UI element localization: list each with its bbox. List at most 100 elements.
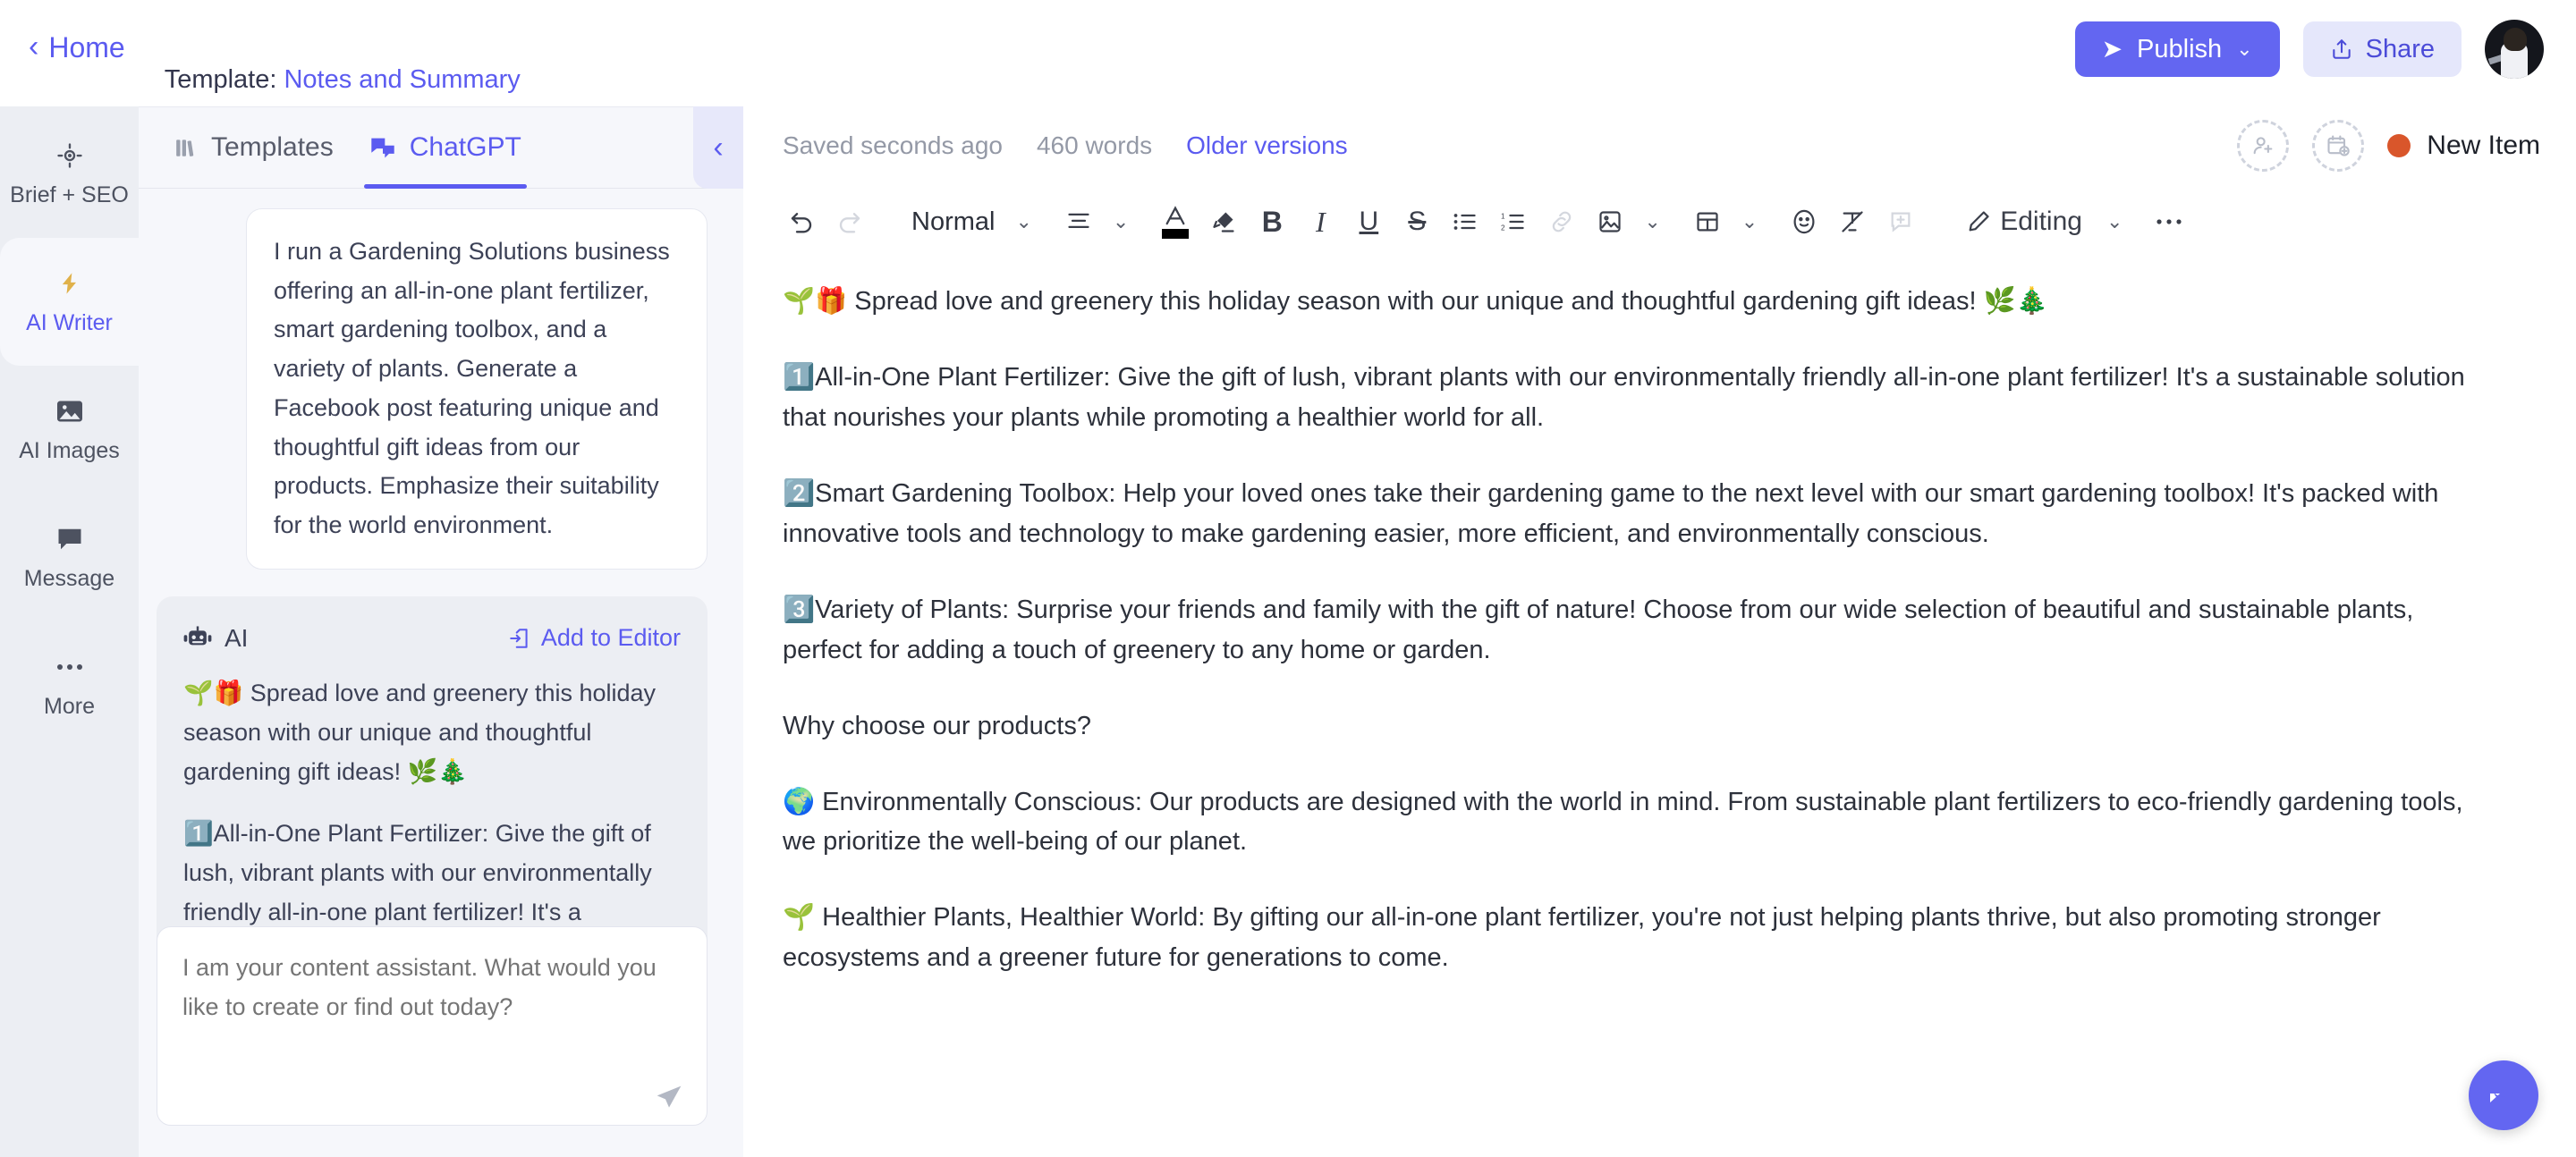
table-icon [1695, 209, 1720, 234]
share-button[interactable]: Share [2302, 21, 2462, 77]
sidebar-item-label: AI Images [19, 437, 120, 463]
editor-status-bar: Saved seconds ago 460 words Older versio… [743, 106, 2576, 185]
send-icon[interactable] [654, 1084, 684, 1112]
chevron-down-icon: ⌄ [1112, 210, 1130, 232]
paragraph-style-label: Normal [911, 207, 996, 236]
chat-ai-paragraph: 🌱🎁 Spread love and greenery this holiday… [183, 680, 657, 785]
home-label: Home [48, 31, 125, 63]
chevron-down-icon: ⌄ [1015, 210, 1032, 232]
bold-button[interactable]: B [1250, 196, 1294, 248]
align-caret[interactable]: ⌄ [1105, 196, 1137, 248]
tab-label: Templates [211, 132, 334, 162]
template-name-link[interactable]: Notes and Summary [284, 65, 520, 94]
status-dot-icon [2387, 134, 2411, 157]
sidebar-item-label: More [44, 693, 95, 719]
editing-mode-button[interactable]: Editing [1953, 196, 2095, 248]
chevron-left-icon: ‹ [713, 130, 724, 165]
sidebar-item-more[interactable]: More [0, 621, 139, 749]
chevron-down-icon: ⌄ [2106, 210, 2123, 232]
home-back-link[interactable]: ‹ Home [29, 31, 125, 64]
document-paragraph: 🌱🎁 Spread love and greenery this holiday… [783, 287, 2048, 316]
chat-input[interactable] [157, 926, 708, 1126]
sidebar-item-label: Message [23, 565, 115, 591]
add-comment-button[interactable] [1878, 196, 1923, 248]
align-icon [1066, 211, 1091, 232]
insert-table-caret[interactable]: ⌄ [1733, 196, 1766, 248]
collapse-panel-button[interactable]: ‹ [693, 106, 743, 189]
tab-templates[interactable]: Templates [174, 106, 334, 189]
intercom-launcher-button[interactable] [2469, 1060, 2538, 1130]
editing-mode-caret[interactable]: ⌄ [2098, 196, 2131, 248]
toolbar-more-button[interactable] [2147, 196, 2191, 248]
strike-label: S [1408, 207, 1427, 236]
italic-button[interactable]: I [1298, 196, 1343, 248]
link-button[interactable] [1539, 196, 1584, 248]
chevron-left-icon: ‹ [29, 30, 39, 63]
bullet-list-button[interactable] [1443, 196, 1487, 248]
clear-formatting-icon [1840, 209, 1865, 234]
sidebar-item-ai-images[interactable]: AI Images [0, 366, 139, 494]
sidebar-item-label: Brief + SEO [10, 182, 129, 207]
share-label: Share [2365, 34, 2435, 63]
word-count: 460 words [1036, 131, 1153, 159]
ai-author: AI [183, 618, 248, 658]
chat-panel: Templates ChatGPT ‹ I run a Gardening So… [139, 106, 743, 1157]
sidebar-item-brief-seo[interactable]: Brief + SEO [0, 110, 139, 238]
top-bar-actions: ➤ Publish ⌄ Share [2074, 20, 2544, 79]
emoji-button[interactable] [1782, 196, 1826, 248]
add-to-editor-label: Add to Editor [540, 623, 681, 651]
top-bar: ‹ Home Template: Notes and Summary ➤ Pub… [0, 0, 2576, 106]
avatar[interactable] [2485, 20, 2544, 79]
new-item-label: New Item [2427, 131, 2540, 160]
older-versions-link[interactable]: Older versions [1186, 131, 1348, 160]
add-person-button[interactable] [2237, 120, 2290, 172]
undo-icon [788, 208, 815, 235]
document-body[interactable]: 🌱🎁 Spread love and greenery this holiday… [743, 258, 2576, 1157]
sidebar-item-label: AI Writer [26, 309, 113, 335]
ai-author-label: AI [225, 623, 249, 652]
align-button[interactable] [1056, 196, 1101, 248]
avatar-hair [2504, 27, 2528, 51]
sidebar-item-ai-writer[interactable]: AI Writer [0, 238, 139, 366]
underline-label: U [1359, 207, 1379, 236]
highlight-button[interactable] [1201, 196, 1246, 248]
body-row: Brief + SEO AI Writer AI Images Message … [0, 106, 2576, 1157]
editor-status-actions: New Item [2237, 120, 2540, 172]
font-color-icon [1163, 205, 1188, 227]
document-paragraph: 3️⃣Variety of Plants: Surprise your frie… [783, 595, 2414, 664]
sidebar-item-message[interactable]: Message [0, 494, 139, 621]
left-icon-rail: Brief + SEO AI Writer AI Images Message … [0, 106, 139, 1157]
chevron-down-icon: ⌄ [1741, 210, 1758, 232]
strikethrough-button[interactable]: S [1394, 196, 1439, 248]
image-icon [1597, 209, 1623, 234]
upload-icon [2330, 37, 2353, 62]
emoji-icon [1792, 208, 1817, 235]
insert-table-button[interactable] [1685, 196, 1730, 248]
clear-formatting-button[interactable] [1830, 196, 1875, 248]
chat-bubbles-icon [369, 135, 396, 160]
font-color-button[interactable] [1153, 196, 1198, 248]
insert-image-button[interactable] [1588, 196, 1632, 248]
svg-text:1: 1 [1501, 213, 1505, 221]
tab-chatgpt[interactable]: ChatGPT [363, 106, 527, 189]
underline-button[interactable]: U [1346, 196, 1391, 248]
add-calendar-icon [2326, 133, 2351, 158]
editor-toolbar: Normal ⌄ ⌄ B I U S 1 2 ⌄ ⌄ Editing ⌄ [743, 185, 2576, 258]
svg-text:2: 2 [1501, 224, 1505, 232]
paragraph-style-caret[interactable]: ⌄ [1007, 196, 1039, 248]
undo-button[interactable] [779, 196, 824, 248]
books-icon [174, 135, 198, 160]
new-item-selector[interactable]: New Item [2387, 131, 2540, 161]
editing-mode-label: Editing [2000, 207, 2082, 236]
add-calendar-button[interactable] [2312, 120, 2365, 172]
send-icon: ➤ [2101, 35, 2123, 63]
link-icon [1548, 210, 1575, 233]
numbered-list-button[interactable]: 12 [1491, 196, 1536, 248]
bullet-list-icon [1453, 211, 1478, 232]
insert-image-caret[interactable]: ⌄ [1636, 196, 1668, 248]
paragraph-style-select[interactable]: Normal [902, 196, 1004, 248]
add-to-editor-button[interactable]: Add to Editor [508, 619, 681, 658]
publish-button[interactable]: ➤ Publish ⌄ [2074, 21, 2280, 77]
chevron-down-icon: ⌄ [2236, 38, 2253, 60]
redo-button[interactable] [827, 196, 872, 248]
